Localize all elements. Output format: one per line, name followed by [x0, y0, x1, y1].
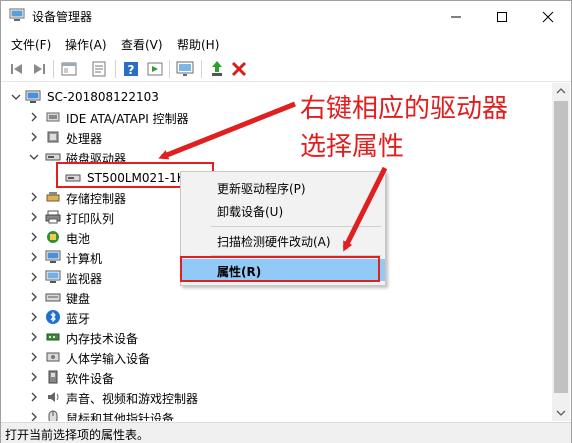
monitor-icon[interactable] — [175, 59, 195, 79]
ctx-update-driver-label: 更新驱动程序(P) — [217, 182, 306, 196]
bluetooth-icon — [46, 310, 60, 324]
chevron-right-icon[interactable] — [29, 392, 39, 402]
printer-icon — [45, 210, 61, 224]
ctx-uninstall-device[interactable]: 卸载设备(U) — [181, 199, 385, 221]
chevron-right-icon[interactable] — [29, 332, 39, 342]
maximize-button[interactable] — [479, 1, 525, 31]
tree-category-label: 蓝牙 — [66, 312, 91, 326]
tree-category-label: 人体学输入设备 — [66, 352, 151, 366]
menu-bar: 文件(F) 操作(A) 查看(V) 帮助(H) — [1, 33, 571, 55]
chevron-down-icon[interactable] — [29, 152, 39, 162]
battery-icon — [47, 231, 59, 243]
annotation-line-2: 选择属性 — [300, 132, 405, 162]
tree-category-label: 处理器 — [66, 132, 103, 146]
chevron-right-icon[interactable] — [29, 272, 39, 282]
chevron-right-icon[interactable] — [29, 312, 39, 322]
menu-help[interactable]: 帮助(H) — [177, 36, 219, 53]
tree-category-label: 软件设备 — [66, 372, 115, 386]
device-manager-icon — [9, 8, 25, 21]
keyboard-icon — [45, 293, 61, 302]
chevron-right-icon[interactable] — [29, 412, 39, 421]
monitor-icon — [45, 270, 61, 283]
storage-controller-icon — [46, 192, 60, 202]
annotation-line-1: 右键相应的驱动器 — [300, 94, 509, 124]
tree-root-label: SC-201808122103 — [47, 90, 159, 104]
chevron-right-icon[interactable] — [29, 372, 39, 382]
sound-icon — [48, 392, 59, 402]
tree-category-label: 打印队列 — [66, 212, 115, 226]
minimize-button[interactable] — [433, 1, 479, 31]
tree-category-row[interactable]: 处理器 — [1, 127, 551, 147]
properties-icon[interactable] — [89, 59, 109, 79]
chevron-right-icon[interactable] — [29, 132, 39, 142]
chevron-right-icon[interactable] — [29, 252, 39, 262]
tree-category-label: 电池 — [66, 232, 91, 246]
computer-root-icon — [25, 90, 41, 103]
tree-category-row[interactable]: 声音、视频和游戏控制器 — [1, 387, 551, 407]
chevron-right-icon[interactable] — [29, 192, 39, 202]
tree-category-row[interactable]: 键盘 — [1, 287, 551, 307]
tree-category-label: 监视器 — [66, 272, 103, 286]
chevron-right-icon[interactable] — [29, 292, 39, 302]
tree-category-row[interactable]: 人体学输入设备 — [1, 347, 551, 367]
help-icon[interactable]: ? — [121, 59, 141, 79]
menu-file[interactable]: 文件(F) — [11, 36, 51, 53]
chevron-right-icon[interactable] — [29, 112, 39, 122]
menu-action[interactable]: 操作(A) — [65, 36, 107, 53]
ctx-update-driver[interactable]: 更新驱动程序(P) — [181, 176, 385, 198]
ctx-scan-hardware-label: 扫描检测硬件改动(A) — [217, 235, 331, 249]
software-device-icon — [48, 370, 58, 384]
memory-icon — [46, 333, 60, 341]
close-button[interactable] — [525, 1, 571, 31]
toolbar: ? — [1, 55, 571, 82]
ide-controller-icon — [46, 112, 60, 122]
tree-category-label: 存储控制器 — [66, 192, 127, 206]
tree-category-label: IDE ATA/ATAPI 控制器 — [66, 112, 189, 126]
tree-category-row[interactable]: 软件设备 — [1, 367, 551, 387]
status-text: 打开当前选择项的属性表。 — [5, 428, 150, 442]
minimize-icon — [451, 16, 461, 18]
vertical-scrollbar[interactable] — [552, 83, 570, 421]
tree-category-row[interactable]: 内存技术设备 — [1, 327, 551, 347]
tree-category-row[interactable]: 鼠标和其他指针设备 — [1, 407, 551, 421]
console-icon[interactable] — [59, 59, 79, 79]
menu-view[interactable]: 查看(V) — [121, 36, 163, 53]
tree-category-label: 声音、视频和游戏控制器 — [66, 392, 199, 406]
chevron-right-icon[interactable] — [29, 212, 39, 222]
scroll-up-icon[interactable] — [552, 83, 570, 100]
chevron-right-icon[interactable] — [29, 352, 39, 362]
forward-icon[interactable] — [29, 59, 49, 79]
window-title: 设备管理器 — [32, 10, 93, 24]
back-icon[interactable] — [7, 59, 27, 79]
chevron-right-icon[interactable] — [29, 232, 39, 242]
properties-annotation-box — [180, 256, 380, 282]
tree-category-row[interactable]: 蓝牙 — [1, 307, 551, 327]
chevron-down-icon[interactable] — [11, 92, 21, 102]
tree-category-label: 键盘 — [66, 292, 91, 306]
hid-icon — [46, 352, 60, 362]
scroll-down-icon[interactable] — [552, 404, 570, 421]
computer-icon — [45, 250, 61, 263]
ctx-separator — [211, 226, 381, 227]
update-driver-icon[interactable] — [207, 59, 227, 79]
scan-icon[interactable] — [145, 59, 165, 79]
status-bar: 打开当前选择项的属性表。 — [1, 422, 571, 443]
svg-text:?: ? — [128, 63, 135, 77]
ctx-uninstall-device-label: 卸载设备(U) — [217, 205, 284, 219]
title-bar: 设备管理器 — [1, 1, 571, 31]
mouse-icon — [48, 410, 58, 421]
scroll-thumb[interactable] — [554, 101, 568, 393]
ctx-scan-hardware[interactable]: 扫描检测硬件改动(A) — [181, 229, 385, 251]
maximize-icon — [497, 12, 507, 22]
processor-icon — [47, 131, 59, 143]
close-icon — [542, 11, 554, 23]
tree-category-label: 内存技术设备 — [66, 332, 139, 346]
uninstall-icon[interactable] — [229, 59, 249, 79]
tree-category-label: 鼠标和其他指针设备 — [66, 412, 175, 421]
tree-category-label: 计算机 — [66, 252, 103, 266]
